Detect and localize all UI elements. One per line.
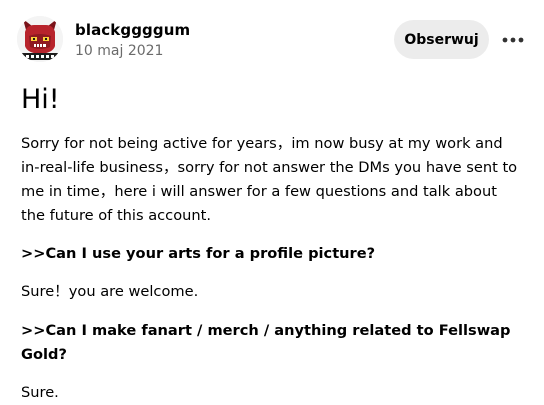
post-body: Sorry for not being active for years，im … [21, 132, 521, 405]
answer-text: Sure. [21, 384, 59, 401]
avatar[interactable] [17, 16, 63, 62]
post-date: 10 maj 2021 [75, 43, 164, 59]
author-name[interactable]: blackggggum [75, 21, 190, 39]
post-header: blackggggum 10 maj 2021 Obserwuj [0, 0, 544, 80]
post-card: blackggggum 10 maj 2021 Obserwuj Hi! Sor… [0, 0, 544, 401]
post-title: Hi! [21, 84, 60, 115]
post-paragraph: Sorry for not being active for years，im … [21, 135, 518, 224]
more-horizontal-icon [502, 37, 524, 43]
question-heading: >>Can I use your arts for a profile pict… [21, 245, 376, 262]
avatar-image [17, 16, 63, 62]
answer-text: Sure！you are welcome. [21, 283, 199, 300]
more-options-button[interactable] [498, 26, 528, 54]
question-heading: >>Can I make fanart / merch / anything r… [21, 322, 511, 363]
follow-button[interactable]: Obserwuj [394, 20, 489, 59]
